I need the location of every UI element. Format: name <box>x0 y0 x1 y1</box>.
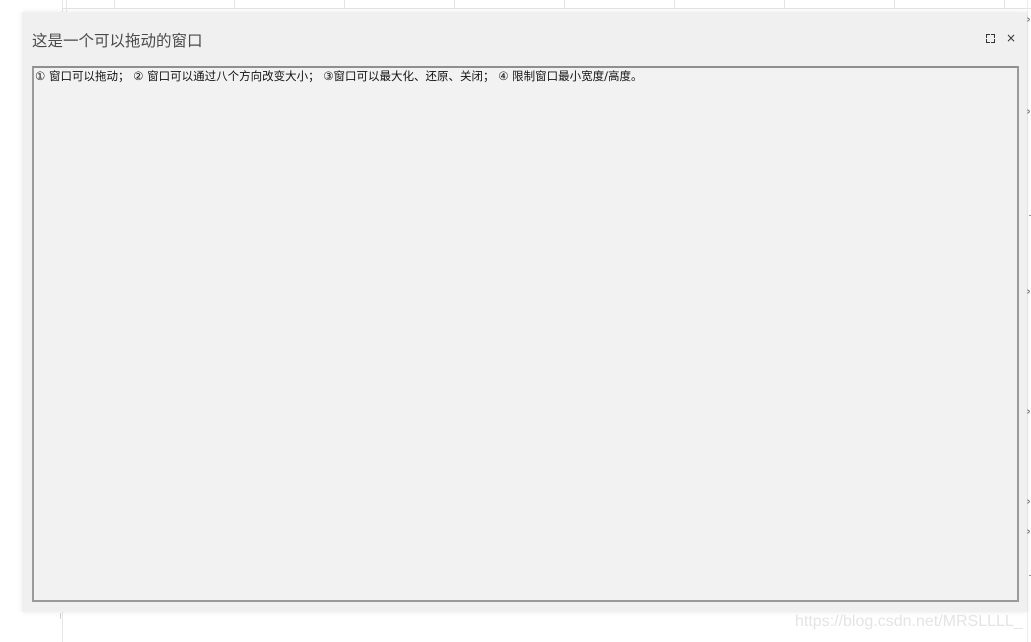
background-scroll-edge <box>1027 0 1028 642</box>
background-chevron-icon <box>1027 18 1031 21</box>
close-button[interactable]: × <box>1004 31 1018 45</box>
window-content-text[interactable]: ① 窗口可以拖动； ② 窗口可以通过八个方向改变大小； ③窗口可以最大化、还原、… <box>34 68 1017 600</box>
maximize-icon <box>985 33 995 43</box>
background-chevron-icon <box>1027 530 1031 533</box>
window-title[interactable]: 这是一个可以拖动的窗口 <box>32 29 203 51</box>
background-chevron-icon <box>1027 500 1031 503</box>
draggable-window[interactable]: 这是一个可以拖动的窗口 × ① 窗口可以拖动； ② 窗口可以通过八个方向改变大小… <box>22 12 1027 612</box>
background-chevron-icon <box>1027 410 1031 413</box>
background-divider <box>60 613 61 619</box>
background-chevron-icon <box>1027 110 1031 113</box>
close-icon: × <box>1005 31 1017 45</box>
background-chevron-icon <box>1027 290 1031 293</box>
background-table <box>62 0 1031 9</box>
watermark: https://blog.csdn.net/MRSLLLL_ <box>795 613 1023 630</box>
maximize-button[interactable] <box>983 31 997 45</box>
window-content-area[interactable]: ① 窗口可以拖动； ② 窗口可以通过八个方向改变大小； ③窗口可以最大化、还原、… <box>32 66 1019 602</box>
